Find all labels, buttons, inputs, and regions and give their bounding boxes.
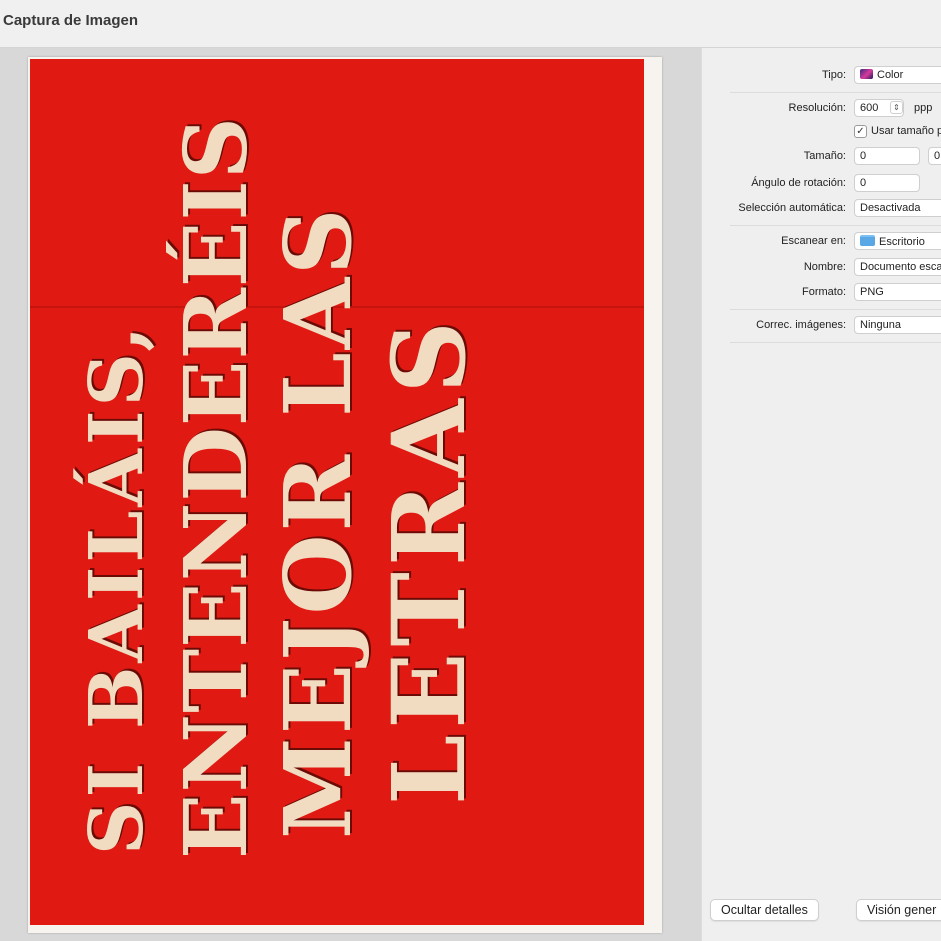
correc-value: Ninguna: [860, 319, 901, 331]
angulo-value: 0: [860, 177, 867, 189]
escanear-value: Escritorio: [879, 236, 925, 248]
seleccion-label: Selección automática:: [738, 202, 846, 214]
separator: [730, 225, 941, 226]
artwork-letters: SI BAILÁIS, ENTENDERÉIS MEJOR LAS LETRAS: [30, 116, 644, 859]
scanned-image: SI BAILÁIS, ENTENDERÉIS MEJOR LAS LETRAS: [30, 59, 644, 925]
tamano-height-field[interactable]: 0: [928, 147, 941, 165]
nombre-row: Nombre: Documento esca: [702, 257, 941, 279]
formato-value: PNG: [860, 286, 884, 298]
overview-button[interactable]: Visión gener: [856, 899, 941, 921]
resolucion-label: Resolución:: [788, 102, 846, 114]
resolucion-unit: ppp: [914, 102, 933, 114]
seleccion-popup[interactable]: Desactivada: [854, 199, 941, 217]
nombre-label: Nombre:: [803, 261, 846, 273]
scanned-document[interactable]: SI BAILÁIS, ENTENDERÉIS MEJOR LAS LETRAS: [28, 57, 662, 933]
tipo-row: Tipo: Color: [702, 65, 941, 87]
hide-details-button[interactable]: Ocultar detalles: [710, 899, 819, 921]
scan-preview-area[interactable]: SI BAILÁIS, ENTENDERÉIS MEJOR LAS LETRAS: [0, 48, 701, 941]
formato-row: Formato: PNG: [702, 282, 941, 304]
formato-popup[interactable]: PNG: [854, 283, 941, 301]
escanear-label: Escanear en:: [781, 235, 846, 247]
tipo-popup[interactable]: Color: [854, 66, 941, 84]
folder-icon: [860, 235, 875, 246]
seleccion-value: Desactivada: [860, 202, 921, 214]
resolucion-stepper[interactable]: ⇕: [890, 101, 903, 114]
correc-label: Correc. imágenes:: [756, 319, 846, 331]
artwork-line-2: ENTENDERÉIS: [166, 116, 267, 859]
settings-panel: Tipo: Color Resolución: 600 ⇕ ppp ✓ Usar…: [701, 48, 941, 941]
tamano-width-value: 0: [860, 150, 867, 162]
angulo-field[interactable]: 0: [854, 174, 920, 192]
usar-tamano-label: Usar tamaño p: [871, 125, 941, 137]
resolucion-value: 600: [860, 102, 879, 114]
tamano-width-field[interactable]: 0: [854, 147, 920, 165]
correc-row: Correc. imágenes: Ninguna: [702, 315, 941, 337]
tipo-label: Tipo:: [821, 69, 846, 81]
tamano-row: Tamaño: 0 0: [702, 146, 941, 168]
angulo-row: Ángulo de rotación: 0: [702, 173, 941, 195]
color-swatch-icon: [860, 69, 873, 79]
usar-tamano-checkbox[interactable]: ✓: [854, 125, 867, 138]
tamano-label: Tamaño:: [803, 150, 846, 162]
separator: [730, 92, 941, 93]
nombre-field[interactable]: Documento esca: [854, 258, 941, 276]
correc-popup[interactable]: Ninguna: [854, 316, 941, 334]
title-bar: Captura de Imagen: [0, 0, 941, 48]
tipo-value: Color: [877, 69, 904, 81]
seleccion-row: Selección automática: Desactivada: [702, 198, 941, 220]
artwork-line-3: MEJOR LAS: [264, 205, 372, 839]
separator: [730, 309, 941, 310]
resolucion-row: Resolución: 600 ⇕ ppp: [702, 98, 941, 120]
usar-tamano-row: ✓ Usar tamaño p: [702, 122, 941, 144]
nombre-value: Documento esca: [860, 261, 941, 273]
escanear-popup[interactable]: Escritorio: [854, 232, 941, 250]
artwork-line-1: SI BAILÁIS,: [74, 321, 160, 855]
escanear-row: Escanear en: Escritorio: [702, 231, 941, 253]
tamano-height-value: 0: [934, 150, 941, 162]
window-title: Captura de Imagen: [3, 12, 139, 29]
separator: [730, 342, 941, 343]
formato-label: Formato:: [801, 286, 846, 298]
artwork-line-4: LETRAS: [370, 315, 488, 805]
angulo-label: Ángulo de rotación:: [751, 177, 846, 189]
